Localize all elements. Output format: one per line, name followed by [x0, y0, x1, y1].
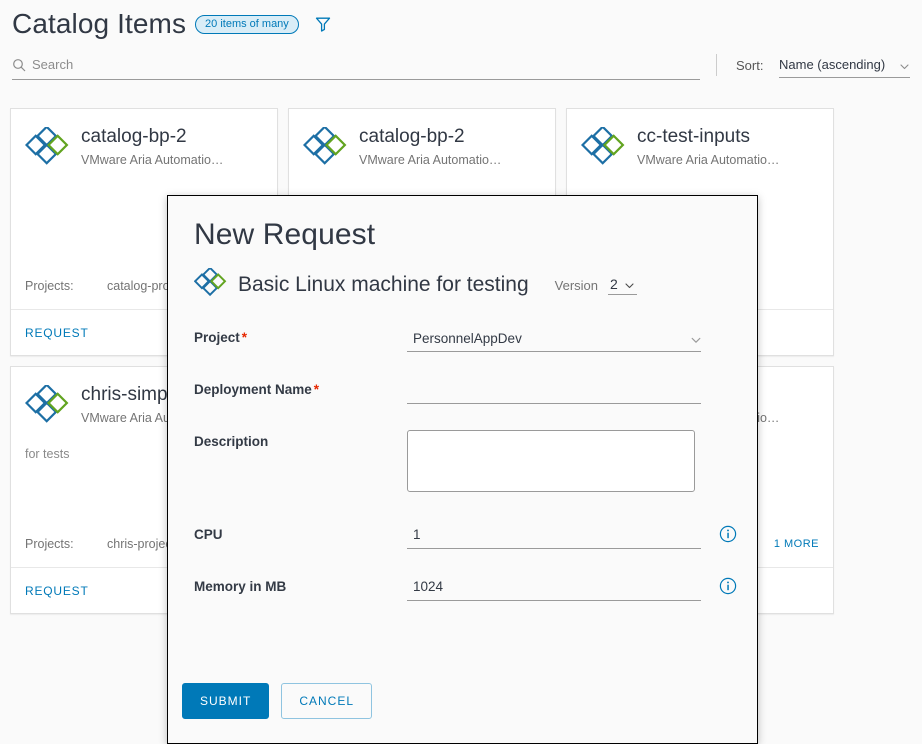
card-title: catalog-bp-2 — [359, 126, 465, 147]
card-header: catalog-bp-2 VMware Aria Automatio… — [289, 109, 555, 181]
required-asterisk: * — [241, 330, 248, 345]
card-subtitle: VMware Aria Automatio… — [359, 153, 502, 167]
search-input[interactable] — [32, 57, 672, 72]
app-root: Catalog Items 20 items of many Sort: Nam… — [0, 0, 922, 744]
cpu-input[interactable] — [407, 523, 701, 549]
card-header-text: catalog-bp-2 VMware Aria Automatio… — [81, 125, 223, 169]
form-row-cpu: CPU — [194, 523, 737, 549]
description-textarea[interactable] — [407, 430, 695, 492]
card-header-text: catalog-bp-2 VMware Aria Automatio… — [359, 125, 501, 169]
project-select[interactable]: PersonnelAppDev — [407, 326, 701, 352]
description-field — [407, 430, 701, 497]
form-row-description: Description — [194, 430, 731, 497]
deployment-name-label-text: Deployment Name — [194, 382, 312, 397]
info-circle-icon[interactable] — [719, 577, 737, 595]
memory-input[interactable] — [407, 575, 701, 601]
cancel-button[interactable]: CANCEL — [281, 683, 373, 719]
project-select-value: PersonnelAppDev — [413, 331, 522, 346]
project-field: PersonnelAppDev — [407, 326, 701, 352]
sort-select-value: Name (ascending) — [779, 57, 886, 72]
card-title: catalog-bp-2 — [81, 126, 187, 147]
sort-select[interactable]: Name (ascending) — [779, 52, 910, 78]
form-row-deployment-name: Deployment Name * — [194, 378, 731, 404]
description-label: Description — [194, 434, 269, 449]
memory-field — [407, 575, 737, 601]
page-header: Catalog Items 20 items of many — [0, 0, 922, 48]
project-label-text: Project — [194, 330, 240, 345]
filter-funnel-icon[interactable] — [313, 14, 333, 34]
search-field-wrapper[interactable] — [12, 50, 700, 80]
aria-automation-logo-icon — [302, 125, 349, 173]
submit-button[interactable]: SUBMIT — [182, 683, 270, 719]
card-header: cc-test-inputs VMware Aria Automatio… — [567, 109, 833, 181]
projects-label: Projects: — [25, 279, 74, 293]
cpu-field — [407, 523, 737, 549]
sort-label: Sort: — [736, 58, 764, 73]
projects-label: Projects: — [25, 537, 74, 551]
card-subtitle: VMware Aria Automatio… — [637, 153, 780, 167]
memory-label: Memory in MB — [194, 579, 287, 594]
info-circle-icon[interactable] — [719, 525, 737, 543]
required-asterisk: * — [313, 382, 320, 397]
form-row-memory: Memory in MB — [194, 575, 737, 601]
chevron-down-icon — [899, 59, 910, 70]
version-select-value: 2 — [610, 275, 618, 292]
version-select[interactable]: 2 — [608, 276, 637, 295]
aria-automation-logo-icon — [24, 383, 71, 431]
search-and-sort-toolbar: Sort: Name (ascending) — [0, 50, 922, 82]
item-count-badge: 20 items of many — [195, 14, 299, 34]
toolbar-divider — [716, 54, 717, 76]
catalog-item-name: Basic Linux machine for testing — [238, 273, 529, 296]
modal-body: New Request Basic Linux machine for test… — [168, 196, 757, 659]
card-title: cc-test-inputs — [637, 126, 750, 147]
card-header-text: cc-test-inputs VMware Aria Automatio… — [637, 125, 779, 169]
request-button[interactable]: REQUEST — [25, 326, 89, 340]
new-request-modal: New Request Basic Linux machine for test… — [167, 195, 758, 744]
request-button[interactable]: REQUEST — [25, 584, 89, 598]
chevron-down-icon — [690, 333, 701, 344]
modal-subheader: Basic Linux machine for testing Version … — [193, 266, 731, 302]
aria-automation-logo-icon — [580, 125, 627, 173]
request-form: Project * PersonnelAppDev Deployment Nam… — [194, 326, 737, 601]
cpu-label: CPU — [194, 527, 223, 542]
chevron-down-icon — [624, 278, 635, 289]
project-label: Project * — [194, 326, 407, 345]
aria-automation-logo-icon — [193, 266, 228, 302]
aria-automation-logo-icon — [24, 125, 71, 173]
search-icon — [12, 58, 26, 72]
page-title: Catalog Items — [12, 8, 187, 39]
card-subtitle: VMware Aria Automatio… — [81, 153, 224, 167]
card-header: catalog-bp-2 VMware Aria Automatio… — [11, 109, 277, 181]
modal-title: New Request — [194, 218, 376, 251]
version-label: Version — [554, 277, 599, 293]
form-row-project: Project * PersonnelAppDev — [194, 326, 731, 352]
deployment-name-field — [407, 378, 701, 404]
modal-footer: SUBMIT CANCEL — [168, 659, 757, 743]
deployment-name-input[interactable] — [407, 378, 701, 404]
deployment-name-label: Deployment Name * — [194, 378, 407, 397]
projects-more-link[interactable]: 1 MORE — [774, 535, 819, 553]
